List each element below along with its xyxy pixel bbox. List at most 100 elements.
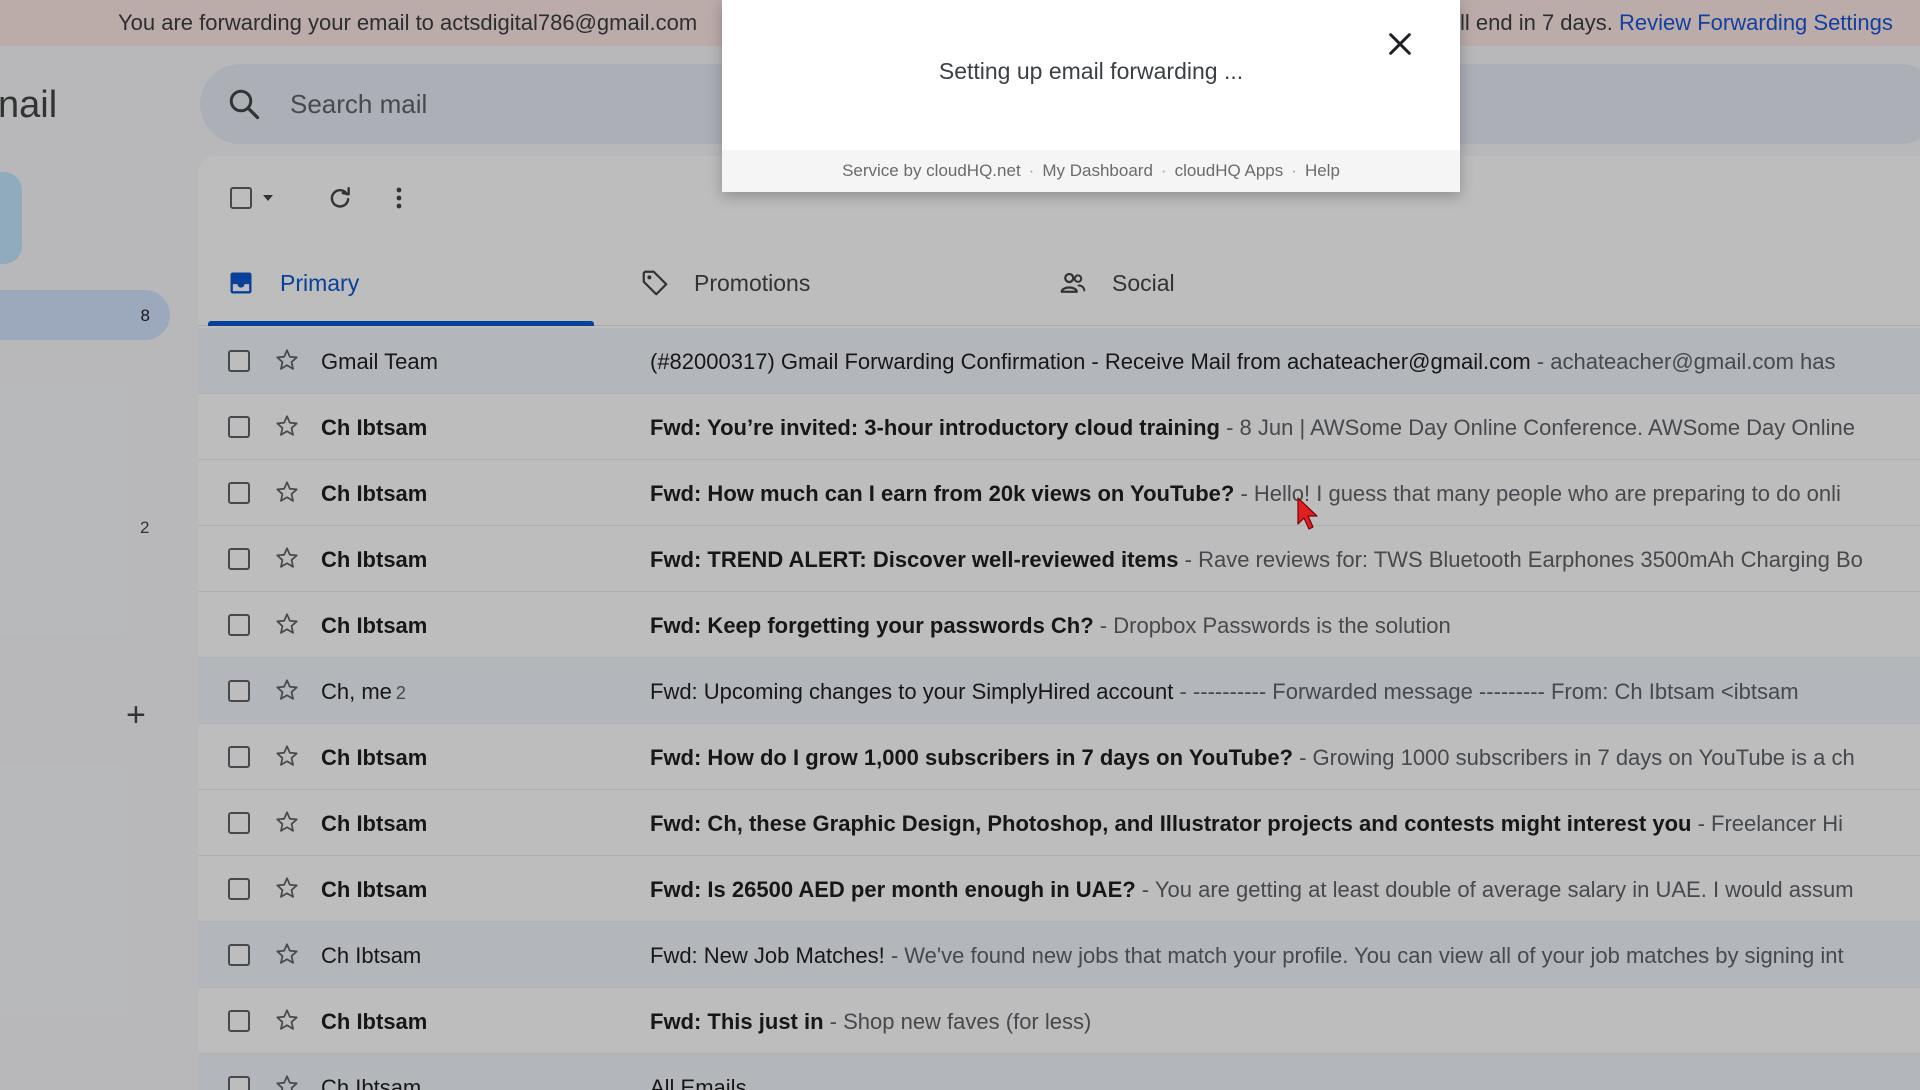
email-row[interactable]: Ch Ibtsam Fwd: TREND ALERT: Discover well… [198,526,1920,592]
email-sender: Ch Ibtsam [321,415,621,441]
email-subject: Fwd: Upcoming changes to your SimplyHire… [650,679,1174,704]
refresh-icon[interactable] [320,178,360,218]
email-snippet: - Growing 1000 subscribers in 7 days on … [1293,745,1855,770]
email-subject: (#82000317) Gmail Forwarding Confirmatio… [650,349,1531,374]
email-content: Fwd: How do I grow 1,000 subscribers in … [650,745,1920,771]
search-icon[interactable] [226,86,262,122]
email-row[interactable]: Ch Ibtsam All Emails [198,1054,1920,1090]
star-icon[interactable] [274,809,300,835]
email-snippet: - Rave reviews for: TWS Bluetooth Earpho… [1178,547,1863,572]
banner-text-end-label: ll end in 7 days. [1460,10,1613,35]
email-row[interactable]: Ch Ibtsam Fwd: This just in - Shop new fa… [198,988,1920,1054]
review-forwarding-settings-link[interactable]: Review Forwarding Settings [1619,10,1893,35]
email-sender: Ch Ibtsam [321,481,621,507]
add-label-button[interactable]: + [126,696,146,735]
more-options-icon[interactable] [384,178,414,218]
dialog-footer: Service by cloudHQ.net · My Dashboard · clou… [722,150,1460,192]
email-row-checkbox[interactable] [228,482,250,504]
email-row-checkbox[interactable] [228,548,250,570]
email-row-checkbox[interactable] [228,680,250,702]
star-icon[interactable] [274,743,300,769]
email-row[interactable]: Gmail Team (#82000317) Gmail Forwarding C… [198,328,1920,394]
email-snippet: - Freelancer Hi [1691,811,1844,836]
email-subject: All Emails [650,1075,747,1090]
email-snippet: - You are getting at least double of ave… [1135,877,1854,902]
email-row-checkbox[interactable] [228,350,250,372]
service-by-link[interactable]: Service by cloudHQ.net [842,161,1021,180]
email-row[interactable]: Ch Ibtsam Fwd: Keep forgetting your passw… [198,592,1920,658]
email-snippet: - 8 Jun | AWSome Day Online Conference. … [1219,415,1855,440]
email-row[interactable]: Ch Ibtsam Fwd: You’re invited: 3-hour int… [198,394,1920,460]
email-sender: Ch Ibtsam [321,877,621,903]
star-icon[interactable] [274,479,300,505]
tag-icon [638,266,672,300]
email-subject: Fwd: This just in [650,1009,824,1034]
email-row-checkbox[interactable] [228,614,250,636]
email-row-checkbox[interactable] [228,812,250,834]
email-content: Fwd: TREND ALERT: Discover well-reviewed… [650,547,1920,573]
email-content: Fwd: Ch, these Graphic Design, Photoshop… [650,811,1920,837]
email-row[interactable]: Ch Ibtsam Fwd: Is 26500 AED per month eno… [198,856,1920,922]
email-sender-name: Ch Ibtsam [321,1075,422,1090]
star-icon[interactable] [274,1073,300,1090]
gmail-logo: nail [0,84,58,126]
email-sender-name: Ch Ibtsam [321,877,428,902]
email-snippet: - Hello! I guess that many people who ar… [1234,481,1841,506]
email-subject: Fwd: How do I grow 1,000 subscribers in … [650,745,1293,770]
email-content: All Emails [650,1075,1920,1090]
tab-social[interactable]: Social [1056,240,1175,326]
close-icon[interactable] [1384,28,1416,60]
email-sender-name: Ch Ibtsam [321,1009,428,1034]
email-sender: Ch, me 2 [321,679,621,705]
star-icon[interactable] [274,677,300,703]
email-sender-name: Ch Ibtsam [321,745,428,770]
dialog-message: Setting up email forwarding ... [938,58,1244,84]
email-row[interactable]: Ch Ibtsam Fwd: How do I grow 1,000 subscr… [198,724,1920,790]
email-content: Fwd: You’re invited: 3-hour introductory… [650,415,1920,441]
cloudhq-apps-link[interactable]: cloudHQ Apps [1175,161,1284,180]
tab-social-label: Social [1112,269,1175,296]
category-tabs: Primary Promotions Social [198,240,1920,326]
email-row-checkbox[interactable] [228,1010,250,1032]
email-row-checkbox[interactable] [228,944,250,966]
star-icon[interactable] [274,941,300,967]
compose-button[interactable] [0,172,22,264]
star-icon[interactable] [274,1007,300,1033]
star-icon[interactable] [274,611,300,637]
star-icon[interactable] [274,413,300,439]
email-row-checkbox[interactable] [228,416,250,438]
email-list: Gmail Team (#82000317) Gmail Forwarding C… [198,328,1920,1090]
select-all-checkbox[interactable] [226,178,256,218]
mouse-cursor-icon [1296,496,1322,532]
email-sender-name: Gmail Team [321,349,438,374]
star-icon[interactable] [274,545,300,571]
email-sender: Ch Ibtsam [321,745,621,771]
banner-text: You are forwarding your email to actsdig… [118,10,698,35]
email-row-checkbox[interactable] [228,878,250,900]
email-sender: Ch Ibtsam [321,811,621,837]
email-row[interactable]: Ch, me 2 Fwd: Upcoming changes to your Sim… [198,658,1920,724]
email-content: (#82000317) Gmail Forwarding Confirmatio… [650,349,1920,375]
email-row[interactable]: Ch Ibtsam Fwd: New Job Matches! - We've f… [198,922,1920,988]
tab-primary[interactable]: Primary [208,240,610,326]
forwarding-dialog: Setting up email forwarding ... Service … [722,0,1460,192]
email-sender: Ch Ibtsam [321,1075,621,1090]
email-row[interactable]: Ch Ibtsam Fwd: How much can I earn from 2… [198,460,1920,526]
star-icon[interactable] [274,875,300,901]
email-content: Fwd: Is 26500 AED per month enough in UA… [650,877,1920,903]
star-icon[interactable] [274,347,300,373]
my-dashboard-link[interactable]: My Dashboard [1042,161,1153,180]
email-row-checkbox[interactable] [228,746,250,768]
email-row-checkbox[interactable] [228,1076,250,1090]
tab-promotions[interactable]: Promotions [638,240,810,326]
email-snippet: - achateacher@gmail.com has [1530,349,1836,374]
email-row[interactable]: Ch Ibtsam Fwd: Ch, these Graphic Design, … [198,790,1920,856]
help-link[interactable]: Help [1305,161,1340,180]
email-snippet: - Shop new faves (for less) [823,1009,1092,1034]
select-dropdown-caret-icon[interactable] [258,178,278,218]
sidebar-item-inbox[interactable]: 8 [0,290,170,340]
email-sender-name: Ch Ibtsam [321,811,428,836]
tab-primary-label: Primary [280,269,360,296]
email-content: Fwd: How much can I earn from 20k views … [650,481,1920,507]
sidebar: nail 8 2 + [0,46,200,1090]
